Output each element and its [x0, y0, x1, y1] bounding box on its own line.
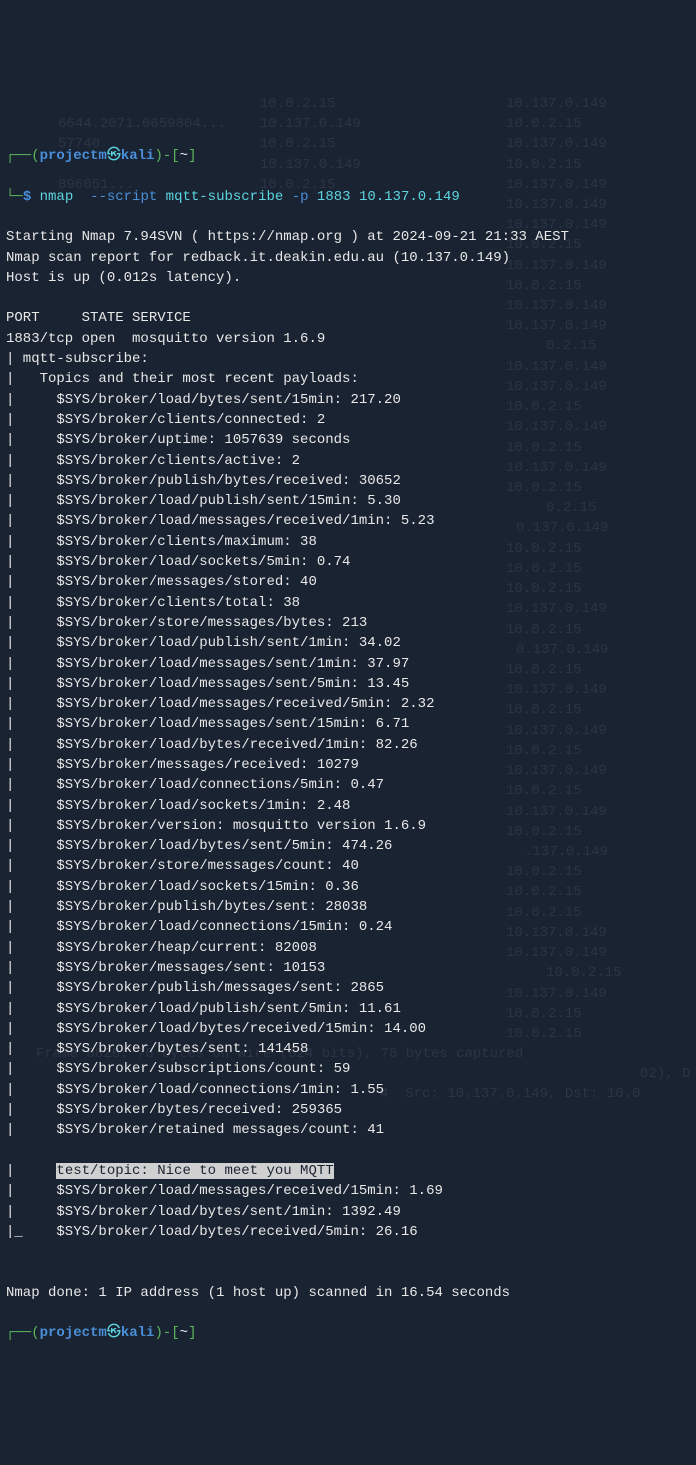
out-report: Nmap scan report for redback.it.deakin.e…	[6, 250, 510, 266]
topic-row: | $SYS/broker/clients/total: 38	[6, 593, 690, 613]
topic-row: | $SYS/broker/bytes/received: 259365	[6, 1100, 690, 1120]
out-hdr: PORT STATE SERVICE	[6, 310, 191, 326]
prompt-line-1: ┌──(projectm㉿kali)-[~]	[6, 146, 690, 166]
prompt-close-paren: )-[	[154, 148, 179, 164]
topic-row: | $SYS/broker/load/bytes/received/1min: …	[6, 735, 690, 755]
prompt-corner-top: ┌──(	[6, 148, 40, 164]
topic-row: | $SYS/broker/load/sockets/1min: 2.48	[6, 796, 690, 816]
bg-ghost-text: 10.0.2.15	[260, 94, 336, 114]
prompt-path: ~	[180, 148, 188, 164]
blank3	[6, 1305, 14, 1321]
prompt2-host: kali	[121, 1325, 155, 1341]
prompt2-close-bracket: ]	[188, 1325, 196, 1341]
topic-row: | $SYS/broker/load/bytes/received/15min:…	[6, 1019, 690, 1039]
cmd-target: 10.137.0.149	[359, 189, 460, 205]
out-done: Nmap done: 1 IP address (1 host up) scan…	[6, 1285, 510, 1301]
topic-row: | $SYS/broker/load/messages/sent/1min: 3…	[6, 654, 690, 674]
topic-row: | $SYS/broker/load/messages/received/5mi…	[6, 694, 690, 714]
prompt2-close-paren: )-[	[154, 1325, 179, 1341]
bg-ghost-text: 10.137.0.149	[506, 94, 607, 114]
topic-row: | $SYS/broker/uptime: 1057639 seconds	[6, 430, 690, 450]
topic-row: | $SYS/broker/messages/sent: 10153	[6, 958, 690, 978]
prompt2-skull-icon: ㉿	[107, 1325, 121, 1341]
prompt-corner-bottom: └─	[6, 189, 23, 205]
out-host: Host is up (0.012s latency).	[6, 270, 241, 286]
prompt-user: projectm	[40, 148, 107, 164]
topic-row: | $SYS/broker/store/messages/bytes: 213	[6, 613, 690, 633]
topic-row: | $SYS/broker/publish/messages/sent: 286…	[6, 978, 690, 998]
prompt-symbol: $	[23, 189, 31, 205]
cmd-script: mqtt-subscribe	[166, 189, 284, 205]
topic-row: | $SYS/broker/clients/maximum: 38	[6, 532, 690, 552]
prompt2-corner-top: ┌──(	[6, 1325, 40, 1341]
topic-row: | $SYS/broker/version: mosquitto version…	[6, 816, 690, 836]
topic-row: | $SYS/broker/clients/active: 2	[6, 451, 690, 471]
prompt2-path: ~	[180, 1325, 188, 1341]
topic-row: | $SYS/broker/load/bytes/sent/15min: 217…	[6, 390, 690, 410]
out-start: Starting Nmap 7.94SVN ( https://nmap.org…	[6, 229, 569, 245]
topic-row: | $SYS/broker/load/messages/received/1mi…	[6, 511, 690, 531]
topic-row: | $SYS/broker/load/messages/received/15m…	[6, 1181, 690, 1201]
cmd-bin: nmap	[40, 189, 74, 205]
topic-row: | $SYS/broker/publish/bytes/received: 30…	[6, 471, 690, 491]
out-scripthdr: | mqtt-subscribe:	[6, 351, 149, 367]
terminal[interactable]: ┌──(projectm㉿kali)-[~] └─$ nmap --script…	[6, 126, 690, 1364]
prompt-skull-icon: ㉿	[107, 148, 121, 164]
hl-prefix: |	[6, 1163, 56, 1179]
topic-row: | $SYS/broker/load/publish/sent/15min: 5…	[6, 491, 690, 511]
blank	[6, 290, 14, 306]
prompt-close-bracket: ]	[188, 148, 196, 164]
hl-text: test/topic: Nice to meet you MQTT	[56, 1163, 333, 1179]
out-topichdr: | Topics and their most recent payloads:	[6, 371, 359, 387]
command-line[interactable]: └─$ nmap --script mqtt-subscribe -p 1883…	[6, 187, 690, 207]
out-port: 1883/tcp open mosquitto version 1.6.9	[6, 331, 325, 347]
topic-row: | $SYS/broker/heap/current: 82008	[6, 938, 690, 958]
topic-row: | $SYS/broker/messages/stored: 40	[6, 572, 690, 592]
highlight-row: | test/topic: Nice to meet you MQTT	[6, 1163, 334, 1179]
topic-row: | $SYS/broker/load/messages/sent/15min: …	[6, 714, 690, 734]
cmd-opt-script: --script	[90, 189, 157, 205]
topic-row: | $SYS/broker/load/connections/1min: 1.5…	[6, 1080, 690, 1100]
prompt2-user: projectm	[40, 1325, 107, 1341]
topic-row: | $SYS/broker/load/connections/15min: 0.…	[6, 917, 690, 937]
topic-row: | $SYS/broker/store/messages/count: 40	[6, 856, 690, 876]
topic-row: | $SYS/broker/load/sockets/5min: 0.74	[6, 552, 690, 572]
topic-row: | $SYS/broker/load/connections/5min: 0.4…	[6, 775, 690, 795]
topic-row: | $SYS/broker/load/bytes/sent/5min: 474.…	[6, 836, 690, 856]
cmd-opt-p: -p	[292, 189, 309, 205]
topic-rows-2: | $SYS/broker/load/messages/received/15m…	[6, 1181, 690, 1242]
topic-row: | $SYS/broker/load/publish/sent/1min: 34…	[6, 633, 690, 653]
topic-row: | $SYS/broker/retained messages/count: 4…	[6, 1120, 690, 1140]
topic-row: |_ $SYS/broker/load/bytes/received/5min:…	[6, 1222, 690, 1242]
topic-row: | $SYS/broker/bytes/sent: 141458	[6, 1039, 690, 1059]
topic-rows: | $SYS/broker/load/bytes/sent/15min: 217…	[6, 390, 690, 1141]
topic-row: | $SYS/broker/load/sockets/15min: 0.36	[6, 877, 690, 897]
topic-row: | $SYS/broker/load/bytes/sent/1min: 1392…	[6, 1202, 690, 1222]
topic-row: | $SYS/broker/load/publish/sent/5min: 11…	[6, 999, 690, 1019]
prompt-line-2: ┌──(projectm㉿kali)-[~]	[6, 1323, 690, 1343]
cmd-port: 1883	[317, 189, 351, 205]
prompt-host: kali	[121, 148, 155, 164]
topic-row: | $SYS/broker/publish/bytes/sent: 28038	[6, 897, 690, 917]
topic-row: | $SYS/broker/load/messages/sent/5min: 1…	[6, 674, 690, 694]
topic-row: | $SYS/broker/subscriptions/count: 59	[6, 1059, 690, 1079]
topic-row: | $SYS/broker/messages/received: 10279	[6, 755, 690, 775]
topic-row: | $SYS/broker/clients/connected: 2	[6, 410, 690, 430]
blank2	[6, 1264, 14, 1280]
